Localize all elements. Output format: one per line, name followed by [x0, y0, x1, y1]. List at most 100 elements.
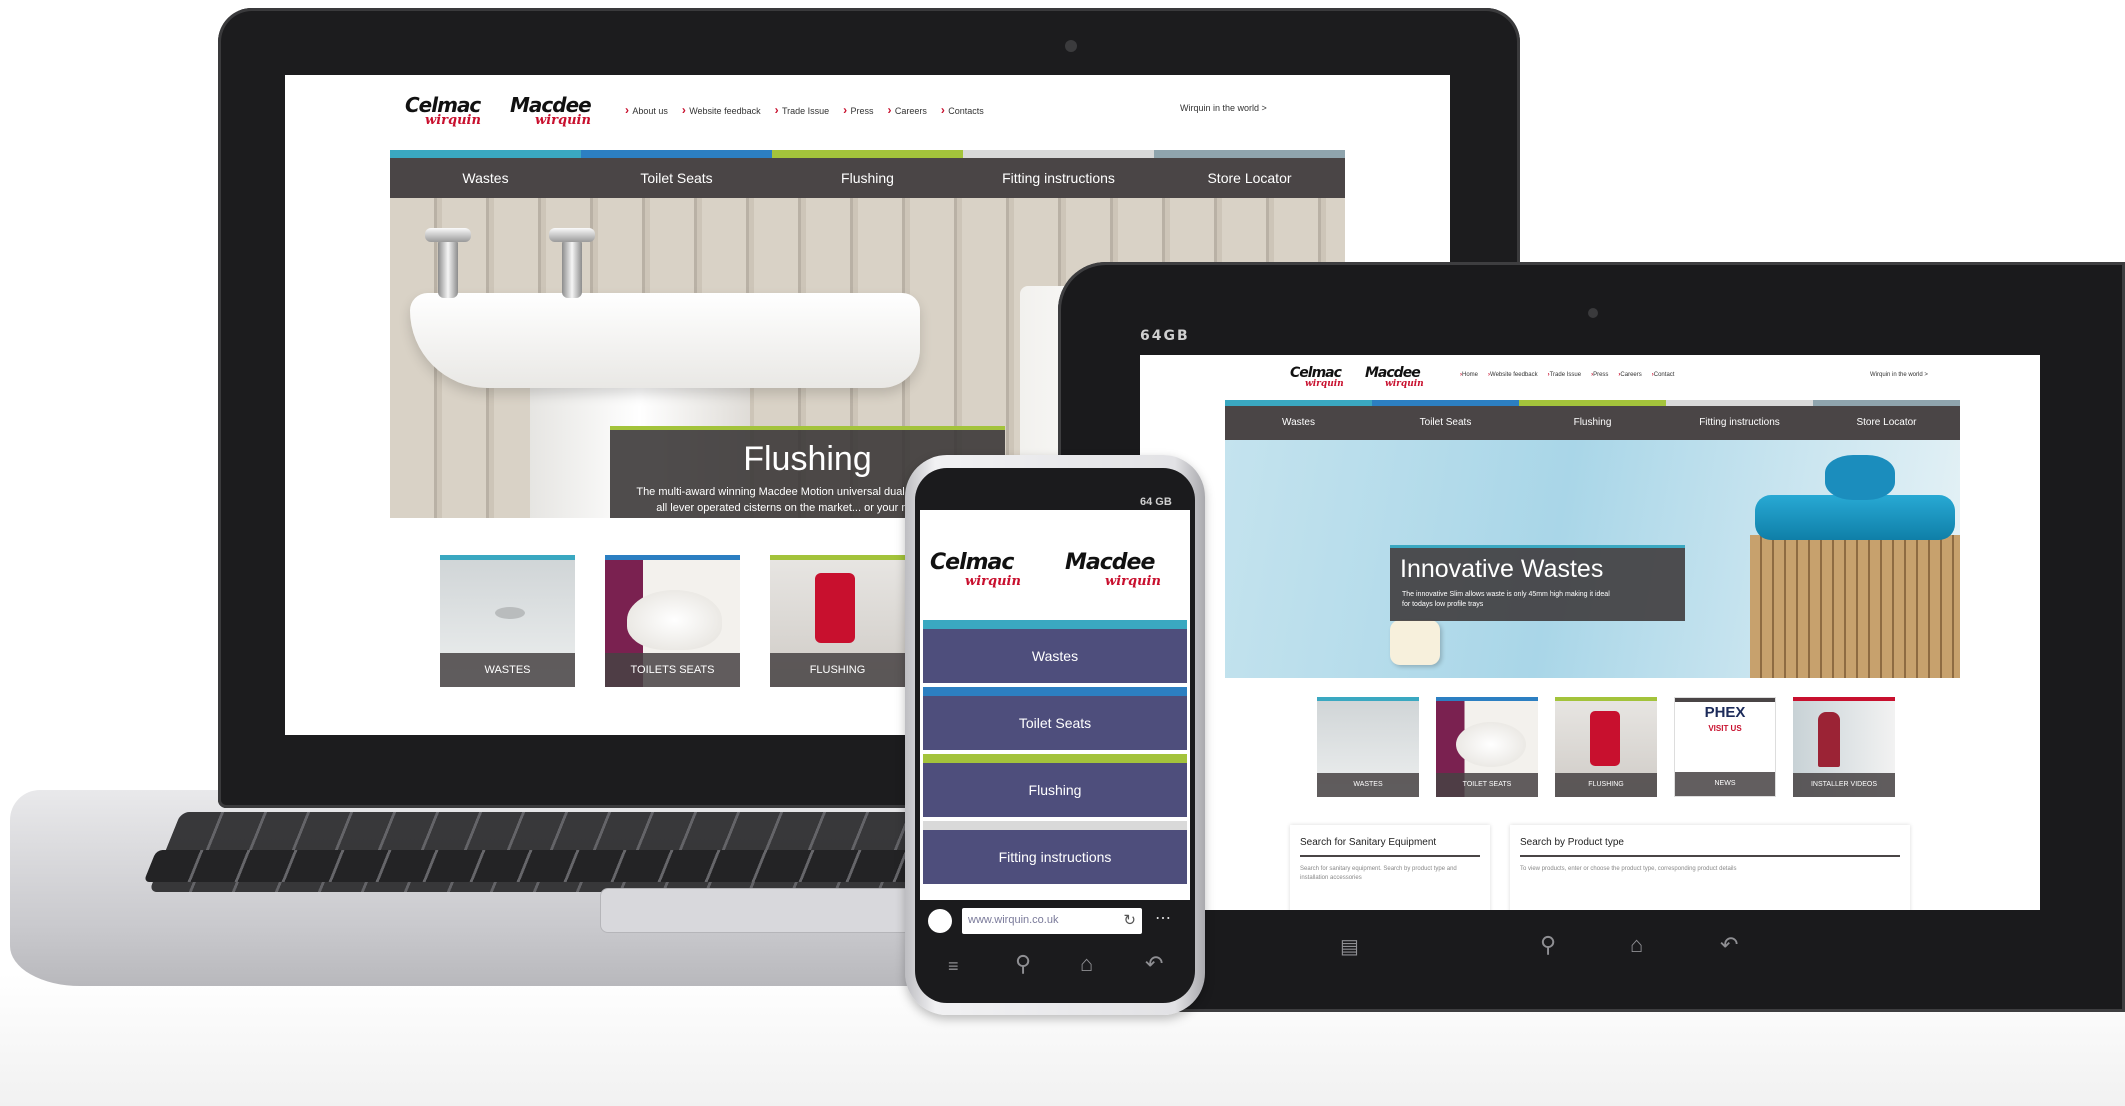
url-input[interactable]: www.wirquin.co.uk ↻	[962, 908, 1142, 934]
wirquin-world-link[interactable]: Wirquin in the world >	[1180, 103, 1267, 113]
refresh-icon[interactable]: ↻	[1123, 911, 1136, 929]
stripe-green	[772, 150, 963, 158]
tablet-hero-banner[interactable]: Innovative Wastes The innovative Slim al…	[1225, 440, 1960, 678]
nav-careers[interactable]: Careers	[1618, 372, 1641, 378]
search-sanitary-text: Search for sanitary equipment. Search by…	[1300, 866, 1457, 881]
laptop-camera	[1065, 40, 1077, 52]
search-icon[interactable]: ⚲	[1015, 953, 1031, 975]
laptop-main-menu: Wastes Toilet Seats Flushing Fitting ins…	[390, 158, 1345, 198]
menu-toilet-seats[interactable]: Toilet Seats	[581, 158, 772, 198]
menu-toilet-seats[interactable]: Toilet Seats	[1372, 406, 1519, 440]
menu-store-locator[interactable]: Store Locator	[1154, 158, 1345, 198]
phone-menu-flushing[interactable]: Flushing	[923, 763, 1187, 817]
nav-website-feedback[interactable]: Website feedback	[1488, 372, 1538, 378]
laptop-site-header: Celmac Macdee wirquin wirquin About us W…	[285, 75, 1450, 150]
nav-contact[interactable]: Contact	[1652, 372, 1675, 378]
phone-menu-fitting-instructions[interactable]: Fitting instructions	[923, 830, 1187, 884]
menu-flushing[interactable]: Flushing	[772, 158, 963, 198]
tap-left-handle	[425, 228, 471, 242]
phone-logo-macdee[interactable]: Macdee	[1065, 550, 1155, 575]
nav-website-feedback[interactable]: Website feedback	[682, 103, 760, 117]
nav-trade-issue[interactable]: Trade Issue	[775, 103, 829, 117]
home-icon[interactable]: ⌂	[1080, 953, 1093, 975]
tile-news[interactable]: PHEX VISIT US NEWS	[1674, 697, 1776, 797]
menu-icon[interactable]: ≡	[948, 955, 959, 977]
tablet-logo-sub-right: wirquin	[1385, 379, 1424, 389]
tile-toilet-seats[interactable]: TOILETS SEATS	[605, 555, 740, 687]
logo-sub-left: wirquin	[425, 113, 481, 128]
search-product-panel[interactable]: Search by Product type To view products,…	[1510, 825, 1910, 910]
menu-wastes[interactable]: Wastes	[390, 158, 581, 198]
search-product-title: Search by Product type	[1520, 837, 1624, 848]
search-sanitary-title: Search for Sanitary Equipment	[1300, 837, 1437, 848]
menu-flushing[interactable]: Flushing	[1519, 406, 1666, 440]
back-icon[interactable]: ↶	[1720, 934, 1738, 956]
menu-wastes[interactable]: Wastes	[1225, 406, 1372, 440]
tile-flushing[interactable]: FLUSHING	[1555, 697, 1657, 797]
laptop-top-nav: About us Website feedback Trade Issue Pr…	[625, 103, 984, 117]
stripe-teal	[390, 150, 581, 158]
tile-bar	[440, 555, 575, 560]
search-sanitary-panel[interactable]: Search for Sanitary Equipment Search for…	[1290, 825, 1490, 910]
tile-wastes[interactable]: WASTES	[1317, 697, 1419, 797]
stripe-teal	[923, 620, 1187, 629]
tablet-storage-label: 64GB	[1140, 328, 1190, 344]
nav-careers[interactable]: Careers	[888, 103, 927, 117]
toilet-image	[627, 590, 722, 650]
stripe-blue	[581, 150, 772, 158]
tablet-top-nav: Home Website feedback Trade Issue Press …	[1460, 372, 1674, 378]
more-options-icon[interactable]: ⋯	[1155, 908, 1172, 928]
installer-person-image	[1818, 712, 1840, 767]
back-icon[interactable]: ↶	[1145, 953, 1163, 975]
phone-menu-toilet-seats[interactable]: Toilet Seats	[923, 696, 1187, 750]
search-product-text: To view products, enter or choose the pr…	[1520, 866, 1737, 872]
device-mockup-stage: { "brand": { "logo_left": "Celmac", "log…	[0, 0, 2125, 1106]
menu-store-locator[interactable]: Store Locator	[1813, 406, 1960, 440]
phone-storage-label: 64 GB	[1140, 496, 1172, 508]
towel-image	[1755, 495, 1955, 540]
url-text: www.wirquin.co.uk	[968, 914, 1059, 926]
tile-label: TOILETS SEATS	[605, 653, 740, 687]
laptop-menu-stripes	[390, 150, 1345, 158]
logo-sub-right: wirquin	[535, 113, 591, 128]
tile-wastes[interactable]: WASTES	[440, 555, 575, 687]
basin-image	[410, 293, 920, 388]
hero-caption-wastes: Innovative Wastes The innovative Slim al…	[1390, 545, 1685, 621]
nav-press[interactable]: Press	[1591, 372, 1608, 378]
menu-fitting-instructions[interactable]: Fitting instructions	[963, 158, 1154, 198]
stripe-blue	[923, 687, 1187, 696]
search-icon[interactable]: ⚲	[1540, 934, 1556, 956]
caption-accent-bar	[610, 426, 1005, 430]
phone-hardware-buttons: ≡ ⚲ ⌂ ↶	[920, 945, 1190, 985]
tablet-logo-sub-left: wirquin	[1305, 379, 1344, 389]
tile-toilet-seats[interactable]: TOILET SEATS	[1436, 697, 1538, 797]
nav-contacts[interactable]: Contacts	[941, 103, 984, 117]
tablet-world-link[interactable]: Wirquin in the world >	[1870, 372, 1928, 378]
nav-home[interactable]: Home	[1460, 372, 1478, 378]
browser-logo-icon[interactable]	[928, 909, 952, 933]
phone-screen: Celmac Macdee wirquin wirquin Wastes Toi…	[920, 510, 1190, 938]
phone-logo-celmac[interactable]: Celmac	[930, 550, 1014, 575]
menu-icon[interactable]: ▤	[1340, 936, 1359, 958]
tile-bar	[1793, 697, 1895, 701]
nav-about-us[interactable]: About us	[625, 103, 668, 117]
stripe-green	[923, 754, 1187, 763]
flush-valve-image	[815, 573, 855, 643]
nav-trade-issue[interactable]: Trade Issue	[1548, 372, 1581, 378]
tile-label: FLUSHING	[770, 653, 905, 687]
tile-flushing[interactable]: FLUSHING	[770, 555, 905, 687]
divider	[1300, 855, 1480, 857]
phone-menu-wastes[interactable]: Wastes	[923, 629, 1187, 683]
tile-label: NEWS	[1675, 772, 1775, 796]
tile-installer-videos[interactable]: INSTALLER VIDEOS	[1793, 697, 1895, 797]
home-icon[interactable]: ⌂	[1630, 934, 1643, 956]
stripe-light	[923, 821, 1187, 830]
menu-fitting-instructions[interactable]: Fitting instructions	[1666, 406, 1813, 440]
sponge-image	[1825, 455, 1895, 500]
tile-bar	[770, 555, 905, 560]
laptop-keyboard-row	[143, 850, 957, 882]
phex-visit: VISIT US	[1708, 724, 1742, 733]
nav-press[interactable]: Press	[843, 103, 874, 117]
tile-bar	[1317, 697, 1419, 701]
tile-label: WASTES	[1317, 773, 1419, 797]
